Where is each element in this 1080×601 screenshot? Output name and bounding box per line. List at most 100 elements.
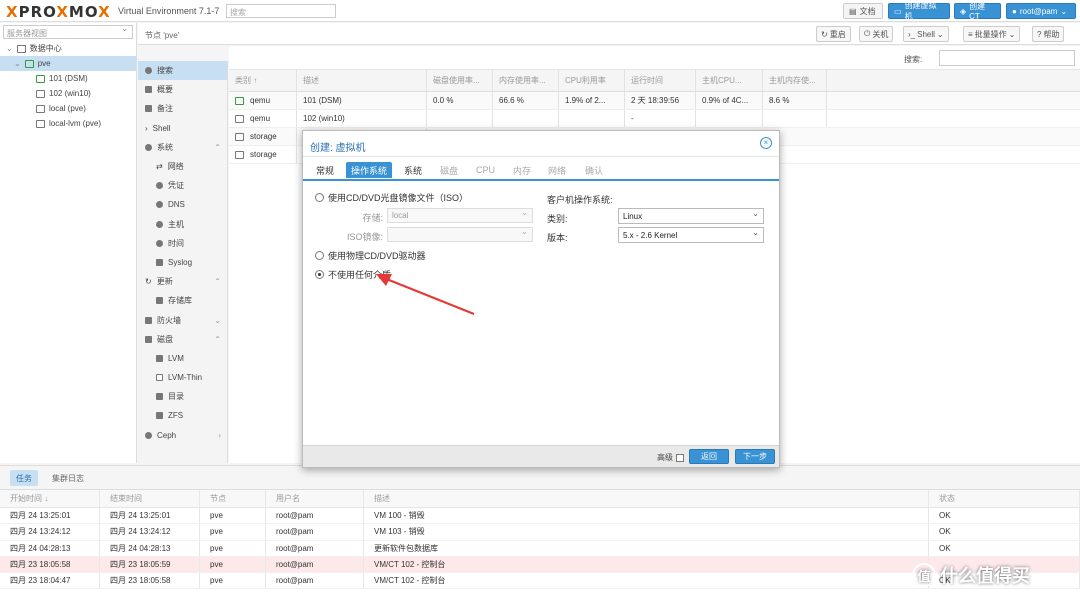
tab-os[interactable]: 操作系统 xyxy=(346,162,393,178)
iso-image-select[interactable] xyxy=(387,227,533,242)
table-row[interactable]: 四月 24 13:24:12 四月 24 13:24:12 pve root@pam V… xyxy=(0,524,1080,541)
close-icon[interactable]: × xyxy=(760,137,772,149)
menu-lvm[interactable]: LVM xyxy=(138,349,227,368)
col-cpu[interactable]: CPU利用率 xyxy=(559,70,625,91)
shutdown-button[interactable]: ⏻ 关机 xyxy=(859,26,894,42)
menu-network[interactable]: ⇄ 网络 xyxy=(138,157,227,176)
tree-item-vm-101[interactable]: 101 (DSM) xyxy=(0,71,136,86)
user-icon: ● xyxy=(1012,6,1017,16)
tab-disks[interactable]: 磁盘 xyxy=(435,162,463,178)
menu-shell[interactable]: › Shell xyxy=(138,119,227,138)
col-status[interactable]: 状态 xyxy=(929,490,1080,507)
back-button[interactable]: 返回 xyxy=(689,449,729,464)
col-desc[interactable]: 描述 xyxy=(364,490,929,507)
table-row[interactable]: 四月 24 04:28:13 四月 24 04:28:13 pve root@pam 更… xyxy=(0,540,1080,557)
menu-dns[interactable]: DNS xyxy=(138,195,227,214)
menu-ceph[interactable]: Ceph › xyxy=(138,426,227,445)
tab-cluster-log[interactable]: 集群日志 xyxy=(46,470,90,486)
menu-repositories[interactable]: 存储库 xyxy=(138,291,227,310)
menu-syslog[interactable]: Syslog xyxy=(138,253,227,272)
menu-lvm-thin[interactable]: LVM-Thin xyxy=(138,368,227,387)
os-type-select[interactable]: Linux xyxy=(618,208,764,224)
reboot-button[interactable]: ↻ 重启 xyxy=(816,26,851,42)
table-row[interactable]: qemu 101 (DSM) 0.0 % 66.6 % 1.9% of 2... 2 天… xyxy=(229,92,1080,110)
menu-certificates[interactable]: 凭证 xyxy=(138,176,227,195)
tree-item-vm-102[interactable]: 102 (win10) xyxy=(0,86,136,101)
storage-select[interactable]: local xyxy=(387,208,533,223)
zfs-icon xyxy=(156,412,163,420)
menu-summary[interactable]: 概要 xyxy=(138,80,227,99)
menu-updates[interactable]: ↻ 更新 ⌃ xyxy=(138,272,227,291)
proxmox-logo: XPROXMOX xyxy=(6,3,111,21)
os-version-label: 版本: xyxy=(547,233,568,243)
radio-button[interactable] xyxy=(315,193,324,202)
help-button[interactable]: ? 帮助 xyxy=(1032,26,1065,42)
log-icon xyxy=(156,258,163,266)
create-ct-button[interactable]: ◈ 创建CT xyxy=(954,2,1001,21)
tab-general[interactable]: 常规 xyxy=(311,162,339,178)
tab-network[interactable]: 网络 xyxy=(543,162,571,178)
menu-notes[interactable]: 备注 xyxy=(138,99,227,118)
datacenter-icon xyxy=(16,44,26,53)
view-select[interactable]: 服务器视图 xyxy=(3,24,133,39)
checkbox[interactable] xyxy=(676,453,684,462)
col-user[interactable]: 用户名 xyxy=(266,490,364,507)
menu-system[interactable]: 系统 ⌃ xyxy=(138,138,227,157)
menu-firewall[interactable]: 防火墙 ⌄ xyxy=(138,310,227,329)
radio-button[interactable] xyxy=(315,251,324,260)
tree-item-datacenter[interactable]: ⌄ 数据中心 xyxy=(0,41,136,56)
radio-button[interactable] xyxy=(315,270,324,279)
col-host-mem[interactable]: 主机内存使... xyxy=(763,70,827,91)
lvm-icon xyxy=(156,354,163,362)
shell-button[interactable]: ›_ Shell ⌄ xyxy=(903,26,949,42)
tab-cpu[interactable]: CPU xyxy=(471,162,500,178)
book-icon: ▤ xyxy=(849,6,857,16)
watermark: 值 什么值得买 xyxy=(912,562,1030,588)
chevron-down-icon: ⌄ xyxy=(936,29,944,39)
global-search-input[interactable]: 搜索 xyxy=(226,4,336,18)
advanced-toggle[interactable]: 高级 xyxy=(657,452,684,463)
menu-search[interactable]: 搜索 xyxy=(138,61,227,81)
docs-button[interactable]: ▤ 文档 xyxy=(843,3,883,19)
tab-system[interactable]: 系统 xyxy=(399,162,427,178)
tab-confirm[interactable]: 确认 xyxy=(580,162,608,178)
tree-item-pve[interactable]: ⌄ pve xyxy=(0,56,136,71)
menu-hosts[interactable]: 主机 xyxy=(138,215,227,234)
task-tabs: 任务 集群日志 xyxy=(0,466,1080,490)
col-disk[interactable]: 磁盘使用率... xyxy=(427,70,493,91)
col-start-time[interactable]: 开始时间 ↓ xyxy=(0,490,100,507)
col-node[interactable]: 节点 xyxy=(200,490,266,507)
watermark-text: 什么值得买 xyxy=(940,566,1030,586)
globe-icon xyxy=(156,201,163,209)
menu-directory[interactable]: 目录 xyxy=(138,387,227,406)
col-host-cpu[interactable]: 主机CPU... xyxy=(696,70,763,91)
os-version-select[interactable]: 5.x - 2.6 Kernel xyxy=(618,227,764,243)
node-side-menu: 搜索 概要 备注 › Shell 系统 ⌃ ⇄ 网络 凭证 DNS 主机 时间 Sys… xyxy=(138,61,228,463)
radio-use-iso[interactable]: 使用CD/DVD光盘镜像文件（ISO） xyxy=(315,191,468,204)
tab-tasks[interactable]: 任务 xyxy=(10,470,38,486)
col-description[interactable]: 描述 xyxy=(297,70,427,91)
col-uptime[interactable]: 运行时间 xyxy=(625,70,696,91)
monitor-icon xyxy=(36,89,45,98)
col-type[interactable]: 类别 ↑ xyxy=(229,70,297,91)
next-button[interactable]: 下一步 xyxy=(735,449,775,464)
tree-item-local-lvm[interactable]: local-lvm (pve) xyxy=(0,116,136,131)
col-end-time[interactable]: 结束时间 xyxy=(100,490,200,507)
menu-time[interactable]: 时间 xyxy=(138,234,227,253)
user-menu-button[interactable]: ● root@pam ⌄ xyxy=(1006,3,1076,19)
search-toolbar: 搜索: xyxy=(229,46,1080,70)
tab-memory[interactable]: 内存 xyxy=(508,162,536,178)
menu-disks[interactable]: 磁盘 ⌃ xyxy=(138,330,227,349)
table-row[interactable]: 四月 24 13:25:01 四月 24 13:25:01 pve root@pam V… xyxy=(0,508,1080,525)
os-type-label: 类别: xyxy=(547,214,568,224)
create-vm-button[interactable]: ▭ 创建虚拟机 xyxy=(888,1,950,21)
table-row[interactable]: qemu 102 (win10) - xyxy=(229,110,1080,128)
radio-physical-drive[interactable]: 使用物理CD/DVD驱动器 xyxy=(315,249,426,262)
grid-search-input[interactable] xyxy=(939,50,1075,66)
col-memory[interactable]: 内存使用率... xyxy=(493,70,559,91)
bulk-actions-button[interactable]: ≡ 批量操作 ⌄ xyxy=(963,26,1021,42)
storage-label: 存储: xyxy=(362,213,383,223)
chevron-down-icon: ⌄ xyxy=(1060,6,1068,16)
menu-zfs[interactable]: ZFS xyxy=(138,406,227,425)
tree-item-local[interactable]: local (pve) xyxy=(0,101,136,116)
